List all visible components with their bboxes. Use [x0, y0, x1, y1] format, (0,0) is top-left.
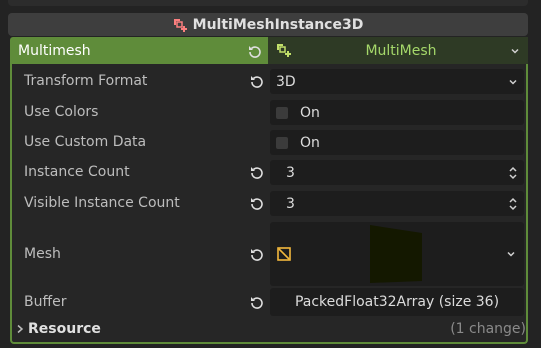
- chevron-down-icon[interactable]: [506, 249, 516, 259]
- use-custom-data-checkbox[interactable]: On: [270, 130, 524, 155]
- instance-count-label: Instance Count: [24, 164, 130, 180]
- inspector-section-header[interactable]: MultiMeshInstance3D: [8, 13, 528, 36]
- changes-count: (1 change): [450, 321, 526, 337]
- mesh-row: Mesh: [12, 222, 526, 286]
- chevron-down-icon: [508, 77, 518, 87]
- visible-instance-count-spinbox[interactable]: 3: [270, 191, 524, 216]
- previous-section-strip: [8, 0, 528, 6]
- use-colors-row: Use Colors On: [12, 98, 526, 126]
- revert-icon[interactable]: [250, 165, 264, 179]
- buffer-value: PackedFloat32Array (size 36): [294, 294, 500, 310]
- multimesh-label-cell: Multimesh: [10, 37, 268, 64]
- multimesh-resource-picker[interactable]: MultiMesh: [268, 37, 528, 64]
- mesh-icon: [277, 247, 291, 261]
- use-colors-on-text: On: [300, 104, 320, 121]
- revert-icon[interactable]: [250, 196, 264, 210]
- use-custom-data-on-text: On: [300, 134, 320, 151]
- visible-instance-count-label: Visible Instance Count: [24, 195, 180, 211]
- buffer-row: Buffer PackedFloat32Array (size 36): [12, 286, 526, 318]
- resource-section-header[interactable]: Resource (1 change): [16, 318, 526, 340]
- revert-icon[interactable]: [250, 295, 264, 309]
- instance-count-row: Instance Count 3: [12, 158, 526, 186]
- revert-icon[interactable]: [248, 44, 262, 58]
- chevron-down-icon[interactable]: [510, 46, 520, 56]
- checkbox-box[interactable]: [276, 106, 288, 119]
- visible-instance-count-value: 3: [286, 195, 295, 212]
- up-down-arrows-icon[interactable]: [508, 197, 518, 211]
- transform-format-value: 3D: [276, 73, 296, 90]
- transform-format-label: Transform Format: [24, 73, 148, 89]
- revert-icon[interactable]: [250, 74, 264, 88]
- mesh-preview-thumbnail: [370, 225, 422, 283]
- revert-icon[interactable]: [250, 247, 264, 261]
- instance-count-spinbox[interactable]: 3: [270, 160, 524, 185]
- multimesh-label: Multimesh: [18, 42, 91, 59]
- buffer-label: Buffer: [24, 294, 67, 310]
- resource-label: Resource: [28, 321, 101, 337]
- use-custom-data-label: Use Custom Data: [24, 134, 147, 150]
- buffer-array-button[interactable]: PackedFloat32Array (size 36): [270, 288, 524, 316]
- multimeshinstance3d-icon: [173, 18, 187, 32]
- multimesh-subresource-panel: Transform Format 3D Use Colors On Use Cu…: [10, 64, 528, 344]
- up-down-arrows-icon[interactable]: [508, 166, 518, 180]
- multimesh-icon: [276, 43, 292, 59]
- multimesh-value: MultiMesh: [365, 42, 437, 59]
- section-title: MultiMeshInstance3D: [192, 16, 364, 33]
- use-colors-label: Use Colors: [24, 104, 99, 120]
- transform-format-select[interactable]: 3D: [270, 69, 524, 94]
- visible-instance-count-row: Visible Instance Count 3: [12, 189, 526, 217]
- use-custom-data-row: Use Custom Data On: [12, 128, 526, 156]
- checkbox-box[interactable]: [276, 136, 288, 149]
- transform-format-row: Transform Format 3D: [12, 67, 526, 95]
- chevron-right-icon: [16, 324, 24, 334]
- instance-count-value: 3: [286, 164, 295, 181]
- mesh-label: Mesh: [24, 246, 61, 262]
- use-colors-checkbox[interactable]: On: [270, 100, 524, 125]
- multimesh-property-row: Multimesh MultiMesh: [10, 37, 528, 64]
- mesh-resource-picker[interactable]: [270, 222, 524, 286]
